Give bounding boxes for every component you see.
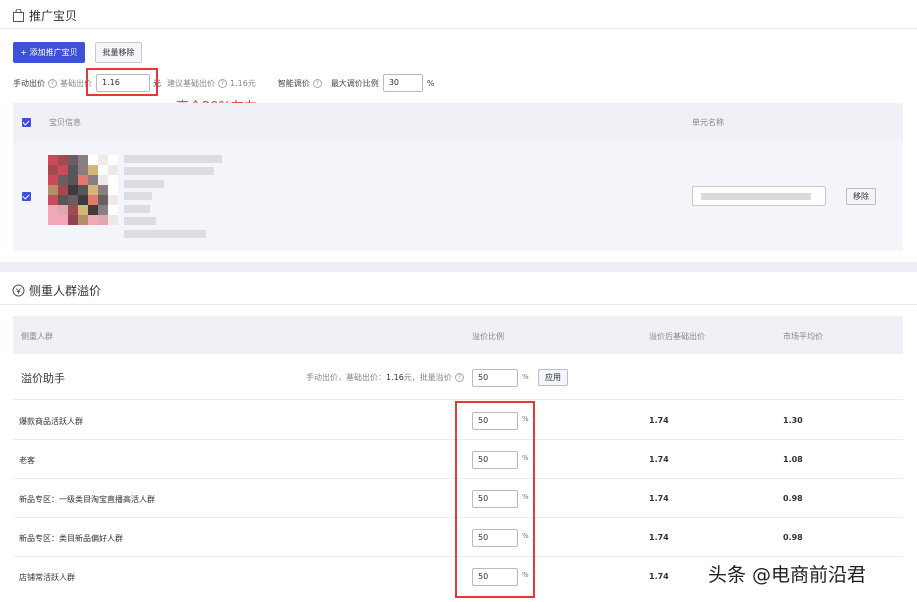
market-average-price: 0.98 xyxy=(783,533,803,542)
row-checkbox[interactable] xyxy=(22,192,31,201)
col-unit-name: 单元名称 xyxy=(692,118,724,127)
promoted-items-section: 推广宝贝 + 添加推广宝贝 批量移除 手动出价 ? 基础出价 1.16 元 建议… xyxy=(0,0,917,262)
section-title: 推广宝贝 xyxy=(29,9,78,23)
market-average-price: 0.98 xyxy=(783,494,803,503)
crowd-name: 爆款商品活跃人群 xyxy=(19,417,83,426)
promoted-items-header: 推广宝贝 xyxy=(12,7,77,24)
premium-assistant-row: 溢价助手 手动出价，基础出价： 1.16 元，批量溢价 ? 50 % 应用 xyxy=(13,356,903,400)
help-icon[interactable]: ? xyxy=(48,78,57,88)
unit-name-field[interactable] xyxy=(692,186,826,206)
manual-bid-label: 手动出价 xyxy=(13,78,45,88)
batch-premium-input[interactable]: 50 xyxy=(472,369,518,387)
add-promoted-item-button[interactable]: + 添加推广宝贝 xyxy=(13,42,85,63)
help-icon[interactable]: ? xyxy=(312,78,322,88)
premium-assistant-hint: 手动出价，基础出价： 1.16 元，批量溢价 ? xyxy=(306,372,467,383)
apply-button[interactable]: 应用 xyxy=(538,369,568,386)
annotation-highlight-box xyxy=(455,401,535,598)
product-meta-blur xyxy=(124,217,156,225)
col-premium-ratio: 溢价比例 xyxy=(472,332,504,341)
bid-settings-row: 手动出价 ? 基础出价 1.16 元 建议基础出价 ? 1.16元 智能调价 ?… xyxy=(13,73,434,93)
crowd-name: 老客 xyxy=(19,456,35,465)
watermark: 头条 @电商前沿君 xyxy=(708,564,867,586)
smart-adjust-label: 智能调价 xyxy=(277,78,310,88)
crowd-table-header: 侧重人群 溢价比例 溢价后基础出价 市场平均价 xyxy=(13,316,903,354)
section-gap xyxy=(0,262,917,272)
market-average-price: 1.30 xyxy=(783,416,803,425)
product-thumbnail[interactable] xyxy=(48,155,118,225)
percent-sign: % xyxy=(522,373,529,381)
hint-base-bid: 1.16 xyxy=(386,373,404,382)
product-meta-blur xyxy=(124,192,152,200)
product-meta-blur xyxy=(124,205,150,213)
market-average-price: 1.08 xyxy=(783,455,803,464)
items-table-header: 宝贝信息 单元名称 xyxy=(13,103,903,141)
batch-remove-button[interactable]: 批量移除 xyxy=(95,42,142,63)
product-title-blur xyxy=(124,155,222,163)
crowd-name: 店铺常活跃人群 xyxy=(19,573,75,582)
after-premium-bid: 1.74 xyxy=(649,494,669,503)
col-crowd: 侧重人群 xyxy=(21,332,53,341)
product-meta-blur xyxy=(124,180,164,188)
after-premium-bid: 1.74 xyxy=(649,416,669,425)
product-title-blur xyxy=(124,167,214,175)
premium-circle-icon xyxy=(12,284,25,297)
select-all-checkbox[interactable] xyxy=(22,118,31,127)
premium-assistant-label: 溢价助手 xyxy=(21,372,65,385)
col-market-avg: 市场平均价 xyxy=(783,332,823,341)
hint-prefix: 手动出价，基础出价： xyxy=(306,373,386,382)
crowd-name: 新品专区：类目新品偏好人群 xyxy=(19,534,123,543)
divider xyxy=(0,28,917,29)
col-item-info: 宝贝信息 xyxy=(49,118,81,127)
max-ratio-input[interactable]: 30 xyxy=(382,74,423,92)
after-premium-bid: 1.74 xyxy=(649,455,669,464)
hint-suffix: 元，批量溢价 xyxy=(403,373,452,382)
max-ratio-label: 最大调价比例 xyxy=(330,78,379,88)
after-premium-bid: 1.74 xyxy=(649,533,669,542)
suggested-bid-label: 建议基础出价 xyxy=(167,78,215,88)
divider xyxy=(0,304,917,305)
help-icon[interactable]: ? xyxy=(454,373,464,382)
after-premium-bid: 1.74 xyxy=(649,572,669,581)
suggested-bid-value: 1.16元 xyxy=(230,78,256,88)
help-icon[interactable]: ? xyxy=(218,78,227,88)
crowd-premium-header: 侧重人群溢价 xyxy=(12,282,101,299)
remove-item-button[interactable]: 移除 xyxy=(846,188,876,205)
section-title: 侧重人群溢价 xyxy=(29,284,102,298)
percent-sign: % xyxy=(426,78,435,88)
product-meta-blur xyxy=(124,230,206,238)
col-after-premium-bid: 溢价后基础出价 xyxy=(649,332,705,341)
crowd-name: 新品专区：一级类目淘宝直播高活人群 xyxy=(19,495,155,504)
shopping-bag-icon xyxy=(13,9,24,22)
annotation-highlight-box xyxy=(86,68,158,96)
